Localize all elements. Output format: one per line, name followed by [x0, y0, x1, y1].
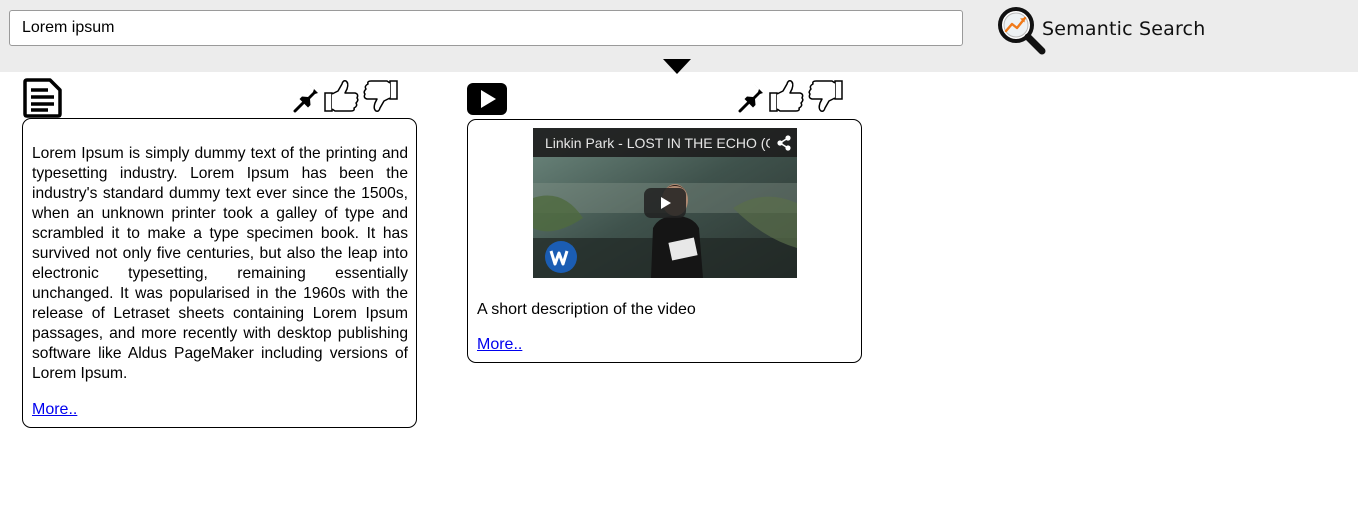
- thumbs-down-icon[interactable]: [361, 78, 399, 119]
- more-link[interactable]: More..: [32, 401, 77, 419]
- video-player[interactable]: Linkin Park - LOST IN THE ECHO (O...: [533, 128, 797, 278]
- play-button-icon[interactable]: [644, 188, 686, 218]
- logo-text: Semantic Search: [1042, 18, 1206, 40]
- channel-logo-icon: [545, 241, 577, 273]
- thumbs-up-icon[interactable]: [323, 78, 361, 119]
- pin-icon[interactable]: [738, 78, 768, 119]
- video-description: A short description of the video: [477, 301, 696, 318]
- app-logo[interactable]: Semantic Search: [996, 5, 1205, 57]
- result-card-video: Linkin Park - LOST IN THE ECHO (O... A s…: [467, 119, 862, 363]
- result-card-document: Lorem Ipsum is simply dummy text of the …: [22, 118, 417, 428]
- video-title-bar: Linkin Park - LOST IN THE ECHO (O...: [533, 128, 797, 157]
- result-header-document: [22, 78, 417, 120]
- result-header-video: [467, 78, 862, 120]
- share-icon[interactable]: [777, 135, 791, 151]
- more-link[interactable]: More..: [477, 336, 522, 354]
- result-text: Lorem Ipsum is simply dummy text of the …: [32, 145, 408, 382]
- result-actions: [738, 78, 844, 119]
- video-title[interactable]: Linkin Park - LOST IN THE ECHO (O...: [545, 135, 770, 151]
- pin-icon[interactable]: [293, 78, 323, 119]
- triangle-down-icon[interactable]: [662, 58, 692, 76]
- search-input[interactable]: [9, 10, 963, 46]
- thumbs-up-icon[interactable]: [768, 78, 806, 119]
- thumbs-down-icon[interactable]: [806, 78, 844, 119]
- result-actions: [293, 78, 399, 119]
- video-play-icon: [467, 83, 507, 120]
- document-icon: [22, 78, 62, 123]
